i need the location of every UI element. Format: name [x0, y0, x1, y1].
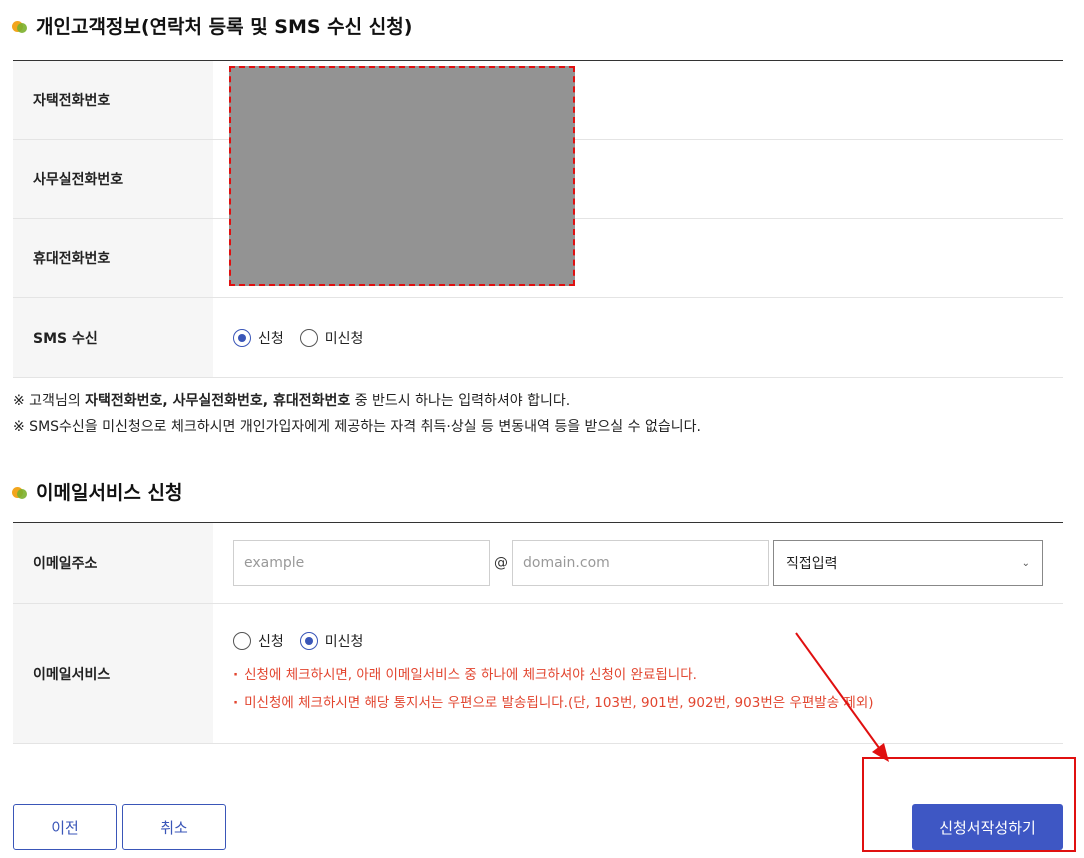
note-line-1-bold: 자택전화번호, 사무실전화번호, 휴대전화번호 — [85, 393, 351, 409]
home-phone-label: 자택전화번호 — [13, 61, 213, 139]
email-service-row: 이메일서비스 신청 미신청 · 신청에 체크하시면, 아래 이메일서비스 중 하나… — [13, 604, 1063, 744]
email-warning-1-text: 신청에 체크하시면, 아래 이메일서비스 중 하나에 체크하셔야 신청이 완료됩… — [244, 666, 697, 683]
sms-apply-radio[interactable]: 신청 — [233, 328, 284, 348]
email-at-sign: @ — [494, 555, 508, 571]
email-service-label: 이메일서비스 — [13, 604, 213, 743]
contact-section-title-text: 개인고객정보(연락처 등록 및 SMS 수신 신청) — [36, 16, 413, 38]
email-apply-label: 신청 — [258, 633, 284, 650]
email-service-radio-group: 신청 미신청 — [233, 631, 363, 651]
chevron-down-icon: ⌄ — [1021, 557, 1030, 569]
sms-cell: 신청 미신청 — [213, 298, 1063, 377]
section-bullet-icon — [12, 18, 28, 34]
email-warning-1: · 신청에 체크하시면, 아래 이메일서비스 중 하나에 체크하셔야 신청이 완료… — [233, 661, 697, 689]
annotation-highlight-box — [862, 757, 1076, 852]
sms-row: SMS 수신 신청 미신청 — [13, 298, 1063, 378]
sms-label: SMS 수신 — [13, 298, 213, 377]
sms-decline-radio[interactable]: 미신청 — [299, 328, 364, 348]
sms-apply-radio-circle[interactable] — [233, 328, 251, 347]
email-warning-2: · 미신청에 체크하시면 해당 통지서는 우편으로 발송됩니다.(단, 103번,… — [233, 689, 874, 717]
masked-phone-inputs — [229, 66, 575, 286]
note-line-1-suffix: 중 반드시 하나는 입력하셔야 합니다. — [350, 393, 571, 409]
email-domain-select-value: 직접입력 — [786, 556, 838, 572]
note-line-2: ※ SMS수신을 미신청으로 체크하시면 개인가입자에게 제공하는 자격 취득·… — [13, 419, 701, 435]
sms-decline-label: 미신청 — [324, 330, 364, 347]
mobile-phone-label: 휴대전화번호 — [13, 219, 213, 297]
warning-bullet: · — [233, 694, 239, 711]
section-bullet-icon — [12, 484, 28, 500]
email-decline-radio[interactable]: 미신청 — [299, 631, 364, 651]
note-line-1-prefix: ※ 고객님의 — [13, 393, 86, 409]
contact-section-title: 개인고객정보(연락처 등록 및 SMS 수신 신청) — [12, 12, 412, 39]
office-phone-label: 사무실전화번호 — [13, 140, 213, 218]
contact-notes: ※ 고객님의 자택전화번호, 사무실전화번호, 휴대전화번호 중 반드시 하나는… — [13, 388, 701, 440]
email-decline-label: 미신청 — [324, 633, 364, 650]
warning-bullet: · — [233, 666, 239, 683]
email-domain-select[interactable]: 직접입력 ⌄ — [773, 540, 1043, 586]
sms-decline-radio-circle[interactable] — [299, 328, 318, 347]
email-address-label: 이메일주소 — [13, 523, 213, 603]
email-form-table: 이메일주소 @ 직접입력 ⌄ 이메일서비스 신청 미신청 — [13, 522, 1063, 744]
email-section-title: 이메일서비스 신청 — [12, 478, 182, 505]
email-apply-radio-circle[interactable] — [233, 631, 251, 650]
email-decline-radio-circle[interactable] — [299, 631, 318, 650]
email-address-cell: @ 직접입력 ⌄ — [213, 523, 1063, 603]
sms-radio-group: 신청 미신청 — [233, 328, 363, 348]
cancel-button[interactable]: 취소 — [122, 804, 226, 850]
prev-button[interactable]: 이전 — [13, 804, 117, 850]
sms-apply-label: 신청 — [258, 330, 284, 347]
email-local-input[interactable] — [233, 540, 490, 586]
email-apply-radio[interactable]: 신청 — [233, 631, 284, 651]
email-domain-input[interactable] — [512, 540, 769, 586]
note-line-1: ※ 고객님의 자택전화번호, 사무실전화번호, 휴대전화번호 중 반드시 하나는… — [13, 388, 701, 414]
email-warning-2-text: 미신청에 체크하시면 해당 통지서는 우편으로 발송됩니다.(단, 103번, … — [244, 694, 874, 711]
email-service-cell: 신청 미신청 · 신청에 체크하시면, 아래 이메일서비스 중 하나에 체크하셔야… — [213, 604, 1063, 743]
email-section-title-text: 이메일서비스 신청 — [36, 482, 183, 504]
email-address-row: 이메일주소 @ 직접입력 ⌄ — [13, 523, 1063, 604]
